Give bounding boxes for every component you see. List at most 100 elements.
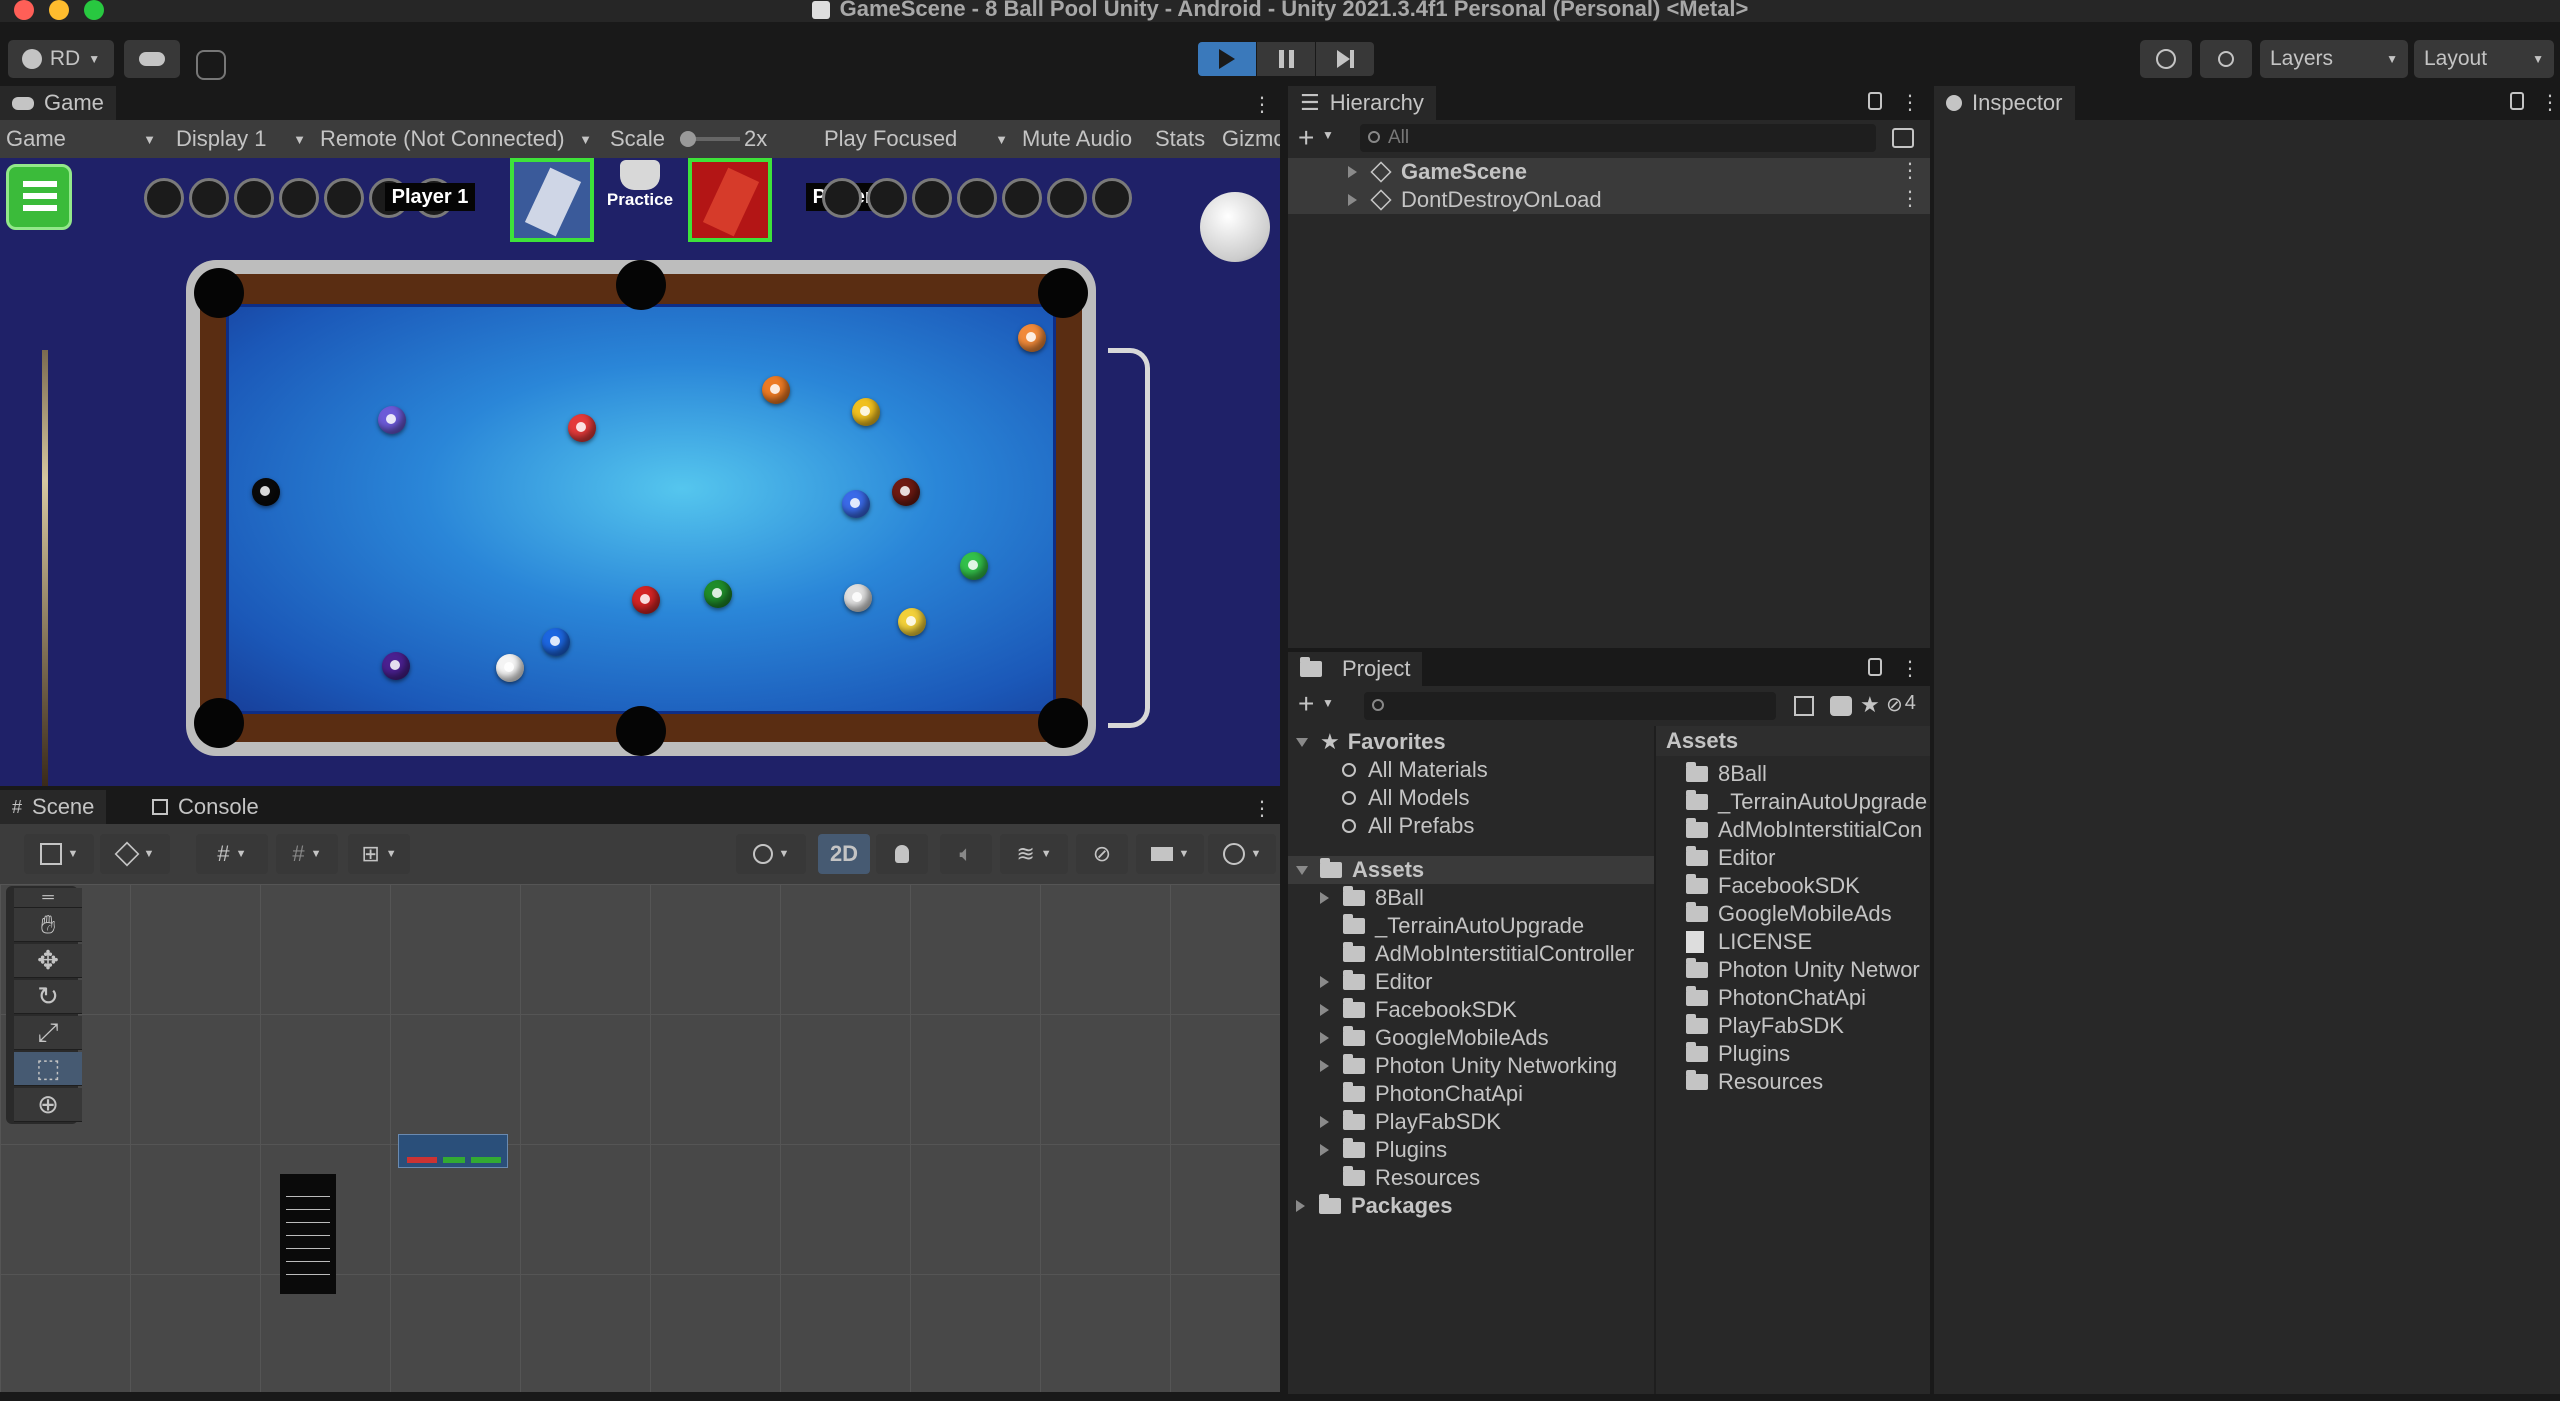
- asset-item[interactable]: PlayFabSDK: [1656, 1012, 1844, 1040]
- camera-dropdown[interactable]: ▼: [1136, 834, 1204, 874]
- game-mode-dropdown[interactable]: Game ▼: [6, 120, 156, 158]
- hierarchy-search-input[interactable]: All: [1360, 124, 1876, 152]
- tree-folder[interactable]: AdMobInterstitialController: [1288, 940, 1634, 968]
- favorites-star-icon[interactable]: ★: [1860, 692, 1880, 718]
- expand-arrow-icon[interactable]: [1320, 892, 1329, 904]
- zoom-window-button[interactable]: [84, 0, 104, 20]
- snap-grid-dropdown[interactable]: # ▼: [196, 834, 268, 874]
- more-options-icon[interactable]: ⋮: [1900, 90, 1920, 115]
- play-button[interactable]: [1198, 42, 1256, 76]
- table-felt[interactable]: [226, 304, 1056, 714]
- audio-toggle[interactable]: 🔈︎: [940, 834, 992, 874]
- asset-item[interactable]: _TerrainAutoUpgrade: [1656, 788, 1927, 816]
- asset-item[interactable]: Editor: [1656, 844, 1775, 872]
- render-mode-dropdown[interactable]: ▼: [100, 834, 170, 874]
- cue-ball-spin-selector[interactable]: [1200, 192, 1270, 262]
- tree-folder[interactable]: GoogleMobileAds: [1288, 1024, 1549, 1052]
- minimize-window-button[interactable]: [49, 0, 69, 20]
- assets-root[interactable]: Assets: [1288, 856, 1654, 884]
- gizmos-dropdown[interactable]: ▼: [1208, 834, 1276, 874]
- asset-item[interactable]: Photon Unity Networ: [1656, 956, 1920, 984]
- search-by-type-icon[interactable]: [1794, 696, 1814, 716]
- rotate-tool[interactable]: ↻: [14, 980, 82, 1014]
- hidden-packages-toggle[interactable]: ⊘ 4: [1886, 692, 1916, 717]
- hand-tool[interactable]: ✋︎: [14, 908, 82, 942]
- menu-button[interactable]: [6, 164, 72, 230]
- more-options-icon[interactable]: ⋮: [2540, 90, 2560, 115]
- layers-dropdown[interactable]: Layers ▼: [2260, 40, 2408, 78]
- effects-dropdown[interactable]: ≋ ▼: [1000, 834, 1068, 874]
- expand-arrow-icon[interactable]: [1320, 1032, 1329, 1044]
- favorites-item[interactable]: All Models: [1288, 784, 1469, 812]
- asset-item[interactable]: AdMobInterstitialCon: [1656, 816, 1922, 844]
- tab-project[interactable]: Project: [1288, 652, 1423, 686]
- expand-arrow-icon[interactable]: [1320, 1004, 1329, 1016]
- lock-icon[interactable]: [1868, 92, 1882, 110]
- tree-folder[interactable]: _TerrainAutoUpgrade: [1288, 912, 1584, 940]
- tree-folder[interactable]: Plugins: [1288, 1136, 1447, 1164]
- packages-root[interactable]: Packages: [1288, 1192, 1453, 1220]
- tree-folder[interactable]: PhotonChatApi: [1288, 1080, 1523, 1108]
- project-search-input[interactable]: [1364, 692, 1776, 720]
- asset-item[interactable]: FacebookSDK: [1656, 872, 1860, 900]
- expand-arrow-icon[interactable]: [1320, 1116, 1329, 1128]
- cloud-button[interactable]: [124, 40, 180, 78]
- tab-game[interactable]: Game: [0, 86, 116, 120]
- asset-item[interactable]: Resources: [1656, 1068, 1823, 1096]
- tree-folder[interactable]: FacebookSDK: [1288, 996, 1517, 1024]
- gizmos-toggle[interactable]: Gizmc: [1222, 120, 1280, 158]
- palette-handle-icon[interactable]: ═: [14, 888, 82, 908]
- more-options-icon[interactable]: ⋮: [1252, 796, 1272, 821]
- grid-visibility-dropdown[interactable]: ⊞ ▼: [348, 834, 410, 874]
- scene-search-icon[interactable]: [1892, 128, 1914, 148]
- collapse-arrow-icon[interactable]: [1296, 737, 1308, 747]
- draw-mode-dropdown[interactable]: ▼: [24, 834, 94, 874]
- favorites-item[interactable]: All Materials: [1288, 756, 1488, 784]
- hidden-objects-toggle[interactable]: ⊘: [1076, 834, 1128, 874]
- player1-avatar[interactable]: [510, 158, 594, 242]
- tab-hierarchy[interactable]: ☰ Hierarchy: [1288, 86, 1436, 120]
- expand-arrow-icon[interactable]: [1348, 194, 1357, 206]
- tree-folder[interactable]: 8Ball: [1288, 884, 1424, 912]
- tree-folder[interactable]: Photon Unity Networking: [1288, 1052, 1617, 1080]
- lighting-toggle[interactable]: [876, 834, 928, 874]
- expand-arrow-icon[interactable]: [1296, 1200, 1305, 1212]
- mute-audio-toggle[interactable]: Mute Audio: [1022, 120, 1132, 158]
- undo-history-button[interactable]: [2140, 40, 2192, 78]
- more-options-icon[interactable]: ⋮: [1900, 186, 1920, 211]
- cue-stick[interactable]: [42, 350, 48, 786]
- game-canvas[interactable]: Player 1 Practice Player 2: [0, 158, 1280, 786]
- lock-icon[interactable]: [2510, 92, 2524, 110]
- account-dropdown[interactable]: RD ▼: [8, 40, 114, 78]
- scale-tool[interactable]: ⤢: [14, 1016, 82, 1050]
- lock-icon[interactable]: [1868, 658, 1882, 676]
- notification-prefab[interactable]: [398, 1134, 508, 1168]
- favorites-section[interactable]: ★ Favorites: [1288, 728, 1446, 756]
- favorites-item[interactable]: All Prefabs: [1288, 812, 1474, 840]
- step-button[interactable]: [1316, 42, 1374, 76]
- stats-toggle[interactable]: Stats: [1155, 120, 1205, 158]
- move-tool[interactable]: ✥: [14, 944, 82, 978]
- asset-item[interactable]: PhotonChatApi: [1656, 984, 1866, 1012]
- expand-arrow-icon[interactable]: [1320, 1060, 1329, 1072]
- more-options-icon[interactable]: ⋮: [1900, 656, 1920, 681]
- search-button[interactable]: [2200, 40, 2252, 78]
- pool-table[interactable]: [186, 260, 1096, 756]
- asset-item[interactable]: LICENSE: [1656, 928, 1812, 956]
- scale-slider[interactable]: [680, 131, 740, 147]
- tree-folder[interactable]: PlayFabSDK: [1288, 1108, 1501, 1136]
- create-asset-button[interactable]: +: [1298, 688, 1314, 720]
- menu-prefab[interactable]: [280, 1174, 336, 1294]
- expand-arrow-icon[interactable]: [1348, 166, 1357, 178]
- asset-item[interactable]: Plugins: [1656, 1040, 1790, 1068]
- more-options-icon[interactable]: ⋮: [1900, 158, 1920, 183]
- increment-snap-dropdown[interactable]: # ▼: [276, 834, 338, 874]
- close-window-button[interactable]: [14, 0, 34, 20]
- expand-arrow-icon[interactable]: [1320, 976, 1329, 988]
- tree-folder[interactable]: Resources: [1288, 1164, 1480, 1192]
- add-object-button[interactable]: +: [1298, 122, 1314, 154]
- hierarchy-item-gamescene[interactable]: GameScene ⋮: [1288, 158, 1930, 186]
- expand-arrow-icon[interactable]: [1320, 1144, 1329, 1156]
- search-by-label-icon[interactable]: [1830, 696, 1852, 716]
- asset-item[interactable]: GoogleMobileAds: [1656, 900, 1892, 928]
